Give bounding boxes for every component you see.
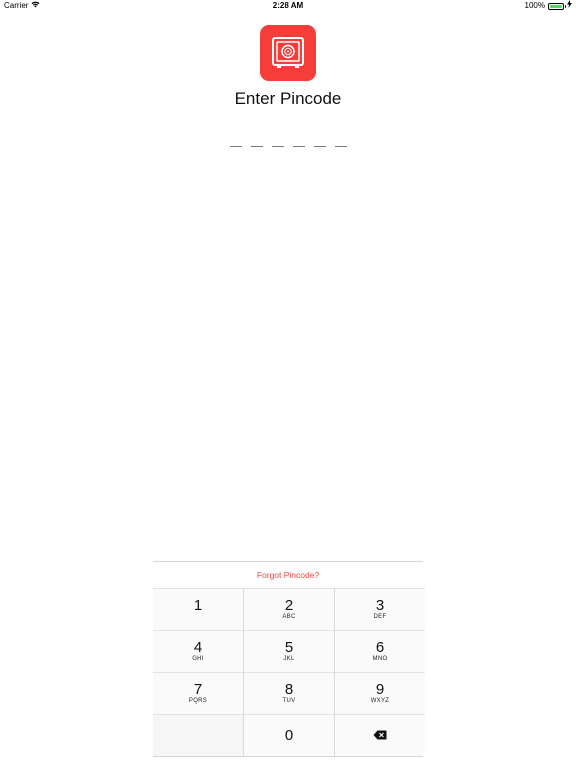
battery-percent: 100%: [524, 1, 545, 10]
number-keypad: 1 2 ABC 3 DEF 4 GHI 5 JKL 6 MNO 7 PQRS 8…: [153, 588, 425, 757]
key-letters: JKL: [283, 656, 295, 662]
key-number: 5: [284, 639, 294, 656]
key-number: 2: [284, 597, 294, 614]
key-number: 9: [375, 681, 385, 698]
keypad-divider: [153, 561, 423, 562]
key-empty: [153, 714, 243, 756]
key-4[interactable]: 4 GHI: [153, 630, 243, 672]
status-time: 2:28 AM: [272, 1, 304, 10]
key-number: 1: [193, 597, 203, 614]
key-9[interactable]: 9 WXYZ: [335, 672, 425, 714]
key-2[interactable]: 2 ABC: [244, 588, 334, 630]
key-number: 3: [375, 597, 385, 614]
key-8[interactable]: 8 TUV: [244, 672, 334, 714]
keypad-area: Forgot Pincode? 1 2 ABC 3 DEF 4 GHI 5 JK…: [153, 561, 425, 768]
key-number: 7: [193, 681, 203, 698]
battery-fill: [550, 4, 562, 8]
key-3[interactable]: 3 DEF: [335, 588, 425, 630]
key-letters: GHI: [192, 656, 204, 662]
pin-slot: [313, 146, 326, 147]
delete-key[interactable]: [335, 714, 425, 756]
key-7[interactable]: 7 PQRS: [153, 672, 243, 714]
key-letters: MNO: [372, 656, 388, 662]
key-number: 8: [284, 681, 294, 698]
status-bar: Carrier 2:28 AM 100%: [0, 0, 576, 12]
forgot-pincode-link[interactable]: Forgot Pincode?: [153, 570, 423, 580]
charging-icon: [567, 0, 572, 12]
key-letters: TUV: [282, 698, 296, 704]
battery-tip: [564, 5, 566, 8]
key-number: 4: [193, 639, 203, 656]
key-number: 0: [284, 726, 294, 744]
pin-slot: [334, 146, 347, 147]
delete-backspace-icon: [373, 727, 387, 745]
safe-vault-icon: [260, 25, 316, 81]
key-letters: DEF: [373, 614, 387, 620]
key-1[interactable]: 1: [153, 588, 243, 630]
pin-indicator: [0, 140, 576, 147]
pin-slot: [292, 146, 305, 147]
battery-icon: [548, 2, 566, 10]
pin-slot: [271, 146, 284, 147]
key-5[interactable]: 5 JKL: [244, 630, 334, 672]
pincode-screen: Carrier 2:28 AM 100% Enter Pincode Forgo…: [0, 0, 576, 768]
page-title: Enter Pincode: [234, 89, 342, 108]
key-letters: ABC: [282, 614, 296, 620]
pin-slot: [229, 146, 242, 147]
key-letters: WXYZ: [370, 698, 390, 704]
pin-slot: [250, 146, 263, 147]
key-letters: PQRS: [188, 698, 208, 704]
key-number: 6: [375, 639, 385, 656]
status-right: 100%: [525, 0, 572, 12]
key-0[interactable]: 0: [244, 714, 334, 756]
key-6[interactable]: 6 MNO: [335, 630, 425, 672]
